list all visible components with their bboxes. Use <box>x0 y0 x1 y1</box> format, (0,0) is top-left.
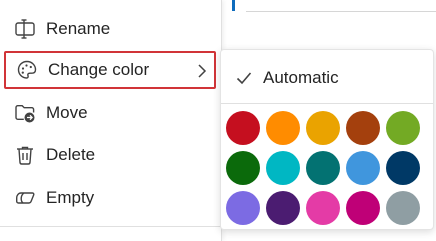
menu-item-move[interactable]: Move <box>4 95 216 131</box>
menu-item-rename[interactable]: Rename <box>4 11 216 47</box>
menu-item-empty[interactable]: Empty <box>4 180 216 216</box>
automatic-label: Automatic <box>263 68 339 87</box>
color-swatch[interactable] <box>346 191 380 225</box>
trash-icon <box>13 143 37 167</box>
checkmark-icon <box>235 69 253 87</box>
folder-move-icon <box>13 101 37 125</box>
color-swatch[interactable] <box>226 151 260 185</box>
menu-item-label: Rename <box>46 19 111 38</box>
menu-item-label: Change color <box>48 60 150 79</box>
color-swatch[interactable] <box>226 111 260 145</box>
color-swatch[interactable] <box>266 191 300 225</box>
background-accent-bar <box>232 0 235 11</box>
color-swatch[interactable] <box>346 151 380 185</box>
menu-item-label: Delete <box>46 145 96 164</box>
chevron-right-icon <box>196 63 208 84</box>
background-divider <box>246 11 436 12</box>
eraser-icon <box>13 186 37 210</box>
automatic-color-option[interactable]: Automatic <box>221 60 433 96</box>
menu-item-label: Move <box>46 103 88 122</box>
color-swatch[interactable] <box>306 111 340 145</box>
menu-item-label: Empty <box>46 188 95 207</box>
color-swatch[interactable] <box>386 151 420 185</box>
submenu-divider <box>221 103 433 104</box>
color-swatch[interactable] <box>346 111 380 145</box>
context-menu: Rename Change color Move Delete Empty <box>0 0 222 241</box>
color-swatch[interactable] <box>386 111 420 145</box>
color-swatch[interactable] <box>266 111 300 145</box>
menu-item-delete[interactable]: Delete <box>4 137 216 173</box>
menu-item-change-color[interactable]: Change color <box>4 51 216 89</box>
palette-icon <box>15 58 39 82</box>
menu-divider <box>0 226 221 227</box>
color-swatch-grid <box>226 111 420 225</box>
color-swatch[interactable] <box>386 191 420 225</box>
color-swatch[interactable] <box>266 151 300 185</box>
rename-icon <box>13 17 37 41</box>
color-swatch[interactable] <box>226 191 260 225</box>
color-swatch[interactable] <box>306 191 340 225</box>
color-submenu: Automatic <box>220 49 434 230</box>
color-swatch[interactable] <box>306 151 340 185</box>
